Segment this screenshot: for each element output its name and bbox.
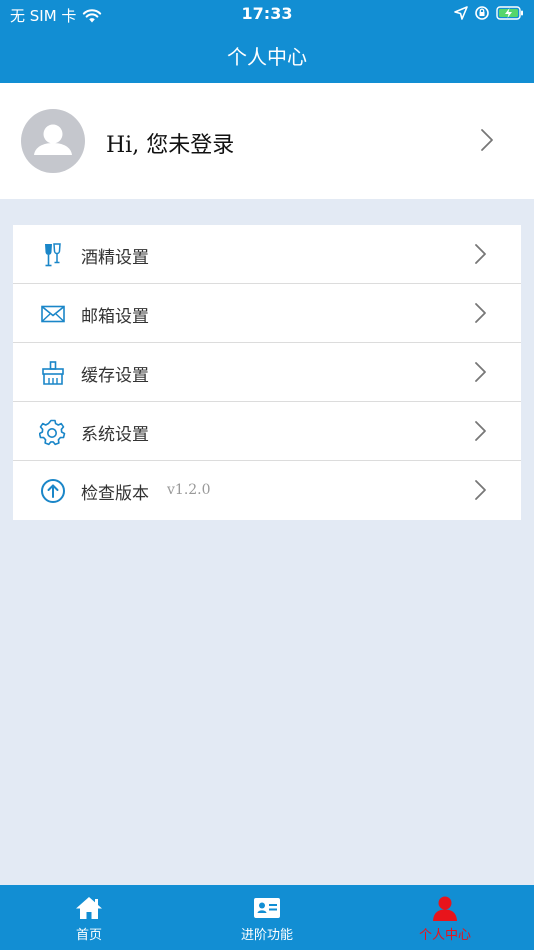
id-card-icon [254, 898, 280, 918]
broom-icon [42, 361, 64, 385]
battery-charging-icon [496, 6, 523, 20]
menu-item-label: 系统设置 [81, 425, 149, 445]
page-title: 个人中心 [227, 45, 307, 69]
login-greeting: Hi, 您未登录 [106, 133, 235, 158]
lock-rotation-icon [475, 6, 489, 20]
version-text: v1.2.0 [167, 482, 211, 498]
gear-icon [39, 419, 66, 446]
chevron-right-icon [475, 244, 486, 264]
menu-item-check-version[interactable]: 检查版本 v1.2.0 [13, 461, 521, 520]
avatar-placeholder-icon [21, 109, 85, 173]
menu-item-label: 缓存设置 [81, 366, 149, 386]
tab-personal-center[interactable]: 个人中心 [356, 885, 534, 950]
profile-row[interactable]: Hi, 您未登录 [0, 83, 534, 199]
tab-label: 进阶功能 [240, 928, 293, 943]
settings-menu: 酒精设置 邮箱设置 缓存设置 系统设置 检查版本 v1.2.0 [13, 225, 521, 520]
menu-item-alcohol-settings[interactable]: 酒精设置 [13, 225, 521, 284]
menu-item-mail-settings[interactable]: 邮箱设置 [13, 284, 521, 343]
status-bar: 无 SIM 卡 17:33 [0, 0, 534, 28]
tab-home[interactable]: 首页 [0, 885, 178, 950]
location-icon [454, 6, 468, 20]
menu-item-label: 检查版本 [81, 484, 149, 504]
chevron-right-icon [475, 362, 486, 382]
home-icon [76, 897, 102, 919]
menu-item-label: 酒精设置 [81, 248, 149, 268]
nav-bar: 个人中心 [0, 28, 534, 83]
wine-glass-icon [45, 243, 61, 267]
tab-label: 首页 [75, 928, 102, 943]
chevron-right-icon [475, 421, 486, 441]
chevron-right-icon [475, 480, 486, 500]
upload-circle-icon [41, 479, 65, 503]
tab-advanced-features[interactable]: 进阶功能 [178, 885, 356, 950]
person-icon [433, 896, 457, 921]
tab-label: 个人中心 [418, 928, 471, 943]
chevron-right-icon [481, 129, 493, 151]
menu-item-label: 邮箱设置 [81, 307, 149, 327]
menu-item-cache-settings[interactable]: 缓存设置 [13, 343, 521, 402]
status-right [454, 5, 524, 21]
chevron-right-icon [475, 303, 486, 323]
tab-bar: 首页 进阶功能 个人中心 [0, 885, 534, 950]
mail-icon [41, 305, 65, 323]
menu-item-system-settings[interactable]: 系统设置 [13, 402, 521, 461]
